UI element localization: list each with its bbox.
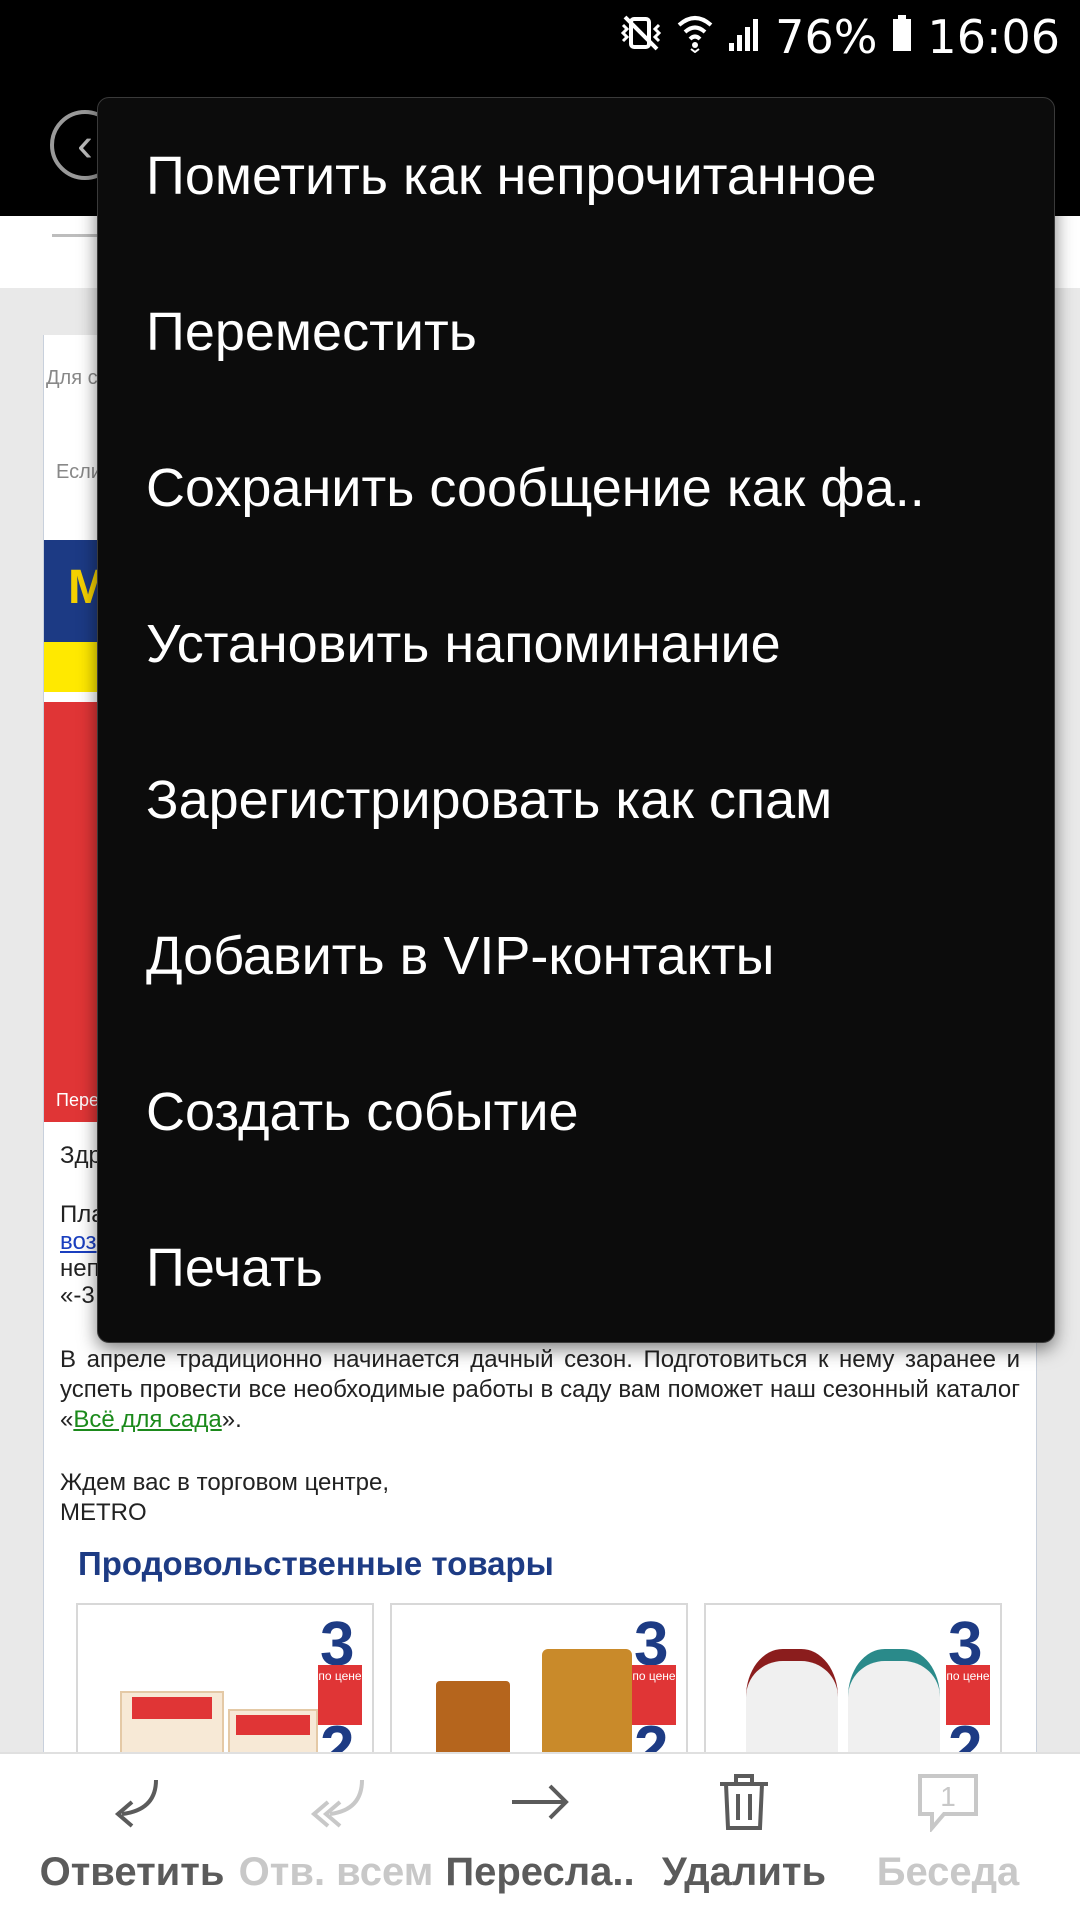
product-card[interactable]: 3 по цене 2	[390, 1603, 688, 1763]
catalog-link[interactable]: Всё для сада	[73, 1406, 221, 1433]
section-title: Продовольственные товары	[78, 1545, 554, 1582]
menu-item-move[interactable]: Переместить	[146, 254, 1026, 410]
conversation-icon: 1	[916, 1754, 980, 1850]
reply-all-button[interactable]: Отв. всем	[228, 1754, 444, 1920]
wifi-icon	[677, 10, 713, 64]
product-card[interactable]: 3 по цене 2	[76, 1603, 374, 1763]
product-image	[746, 1649, 838, 1761]
battery-icon	[891, 10, 913, 64]
conversation-button[interactable]: 1 Беседа	[840, 1754, 1056, 1920]
season-text-end: ».	[221, 1406, 242, 1433]
bottom-toolbar: Ответить Отв. всем Пересла.. Удалить 1 Б…	[0, 1752, 1080, 1920]
email-header-line: Для с	[46, 367, 98, 389]
reply-all-icon	[304, 1754, 368, 1850]
status-bar: 76% 16:06	[0, 0, 1080, 74]
closing-signature: METRO	[60, 1499, 147, 1526]
promo-3for2-badge: 3 по цене 2	[944, 1609, 996, 1761]
menu-item-print[interactable]: Печать	[146, 1190, 1026, 1346]
reply-all-label: Отв. всем	[238, 1850, 434, 1894]
clock: 16:06	[927, 10, 1060, 64]
conversation-count: 1	[940, 1781, 956, 1812]
menu-item-report-spam[interactable]: Зарегистрировать как спам	[146, 722, 1026, 878]
banner-caption: Пере	[56, 1090, 99, 1110]
link-fragment[interactable]: воз	[60, 1228, 97, 1256]
season-paragraph: В апреле традиционно начинается дачный с…	[60, 1345, 1020, 1435]
menu-item-set-reminder[interactable]: Установить напоминание	[146, 566, 1026, 722]
product-image	[848, 1649, 940, 1761]
signal-icon	[727, 10, 761, 64]
chevron-left-icon: ‹	[77, 118, 93, 172]
product-label	[132, 1697, 212, 1719]
forward-icon	[508, 1754, 572, 1850]
trash-icon	[716, 1754, 772, 1850]
promo-3for2-badge: 3 по цене 2	[316, 1609, 368, 1761]
product-image	[542, 1649, 632, 1761]
reply-button[interactable]: Ответить	[24, 1754, 240, 1920]
email-view-screen: 76% 16:06 ‹ Для с Если M Пере Здр Пла во…	[0, 0, 1080, 1920]
reply-label: Ответить	[39, 1850, 225, 1894]
conversation-label: Беседа	[876, 1850, 1020, 1894]
product-card[interactable]: 3 по цене 2	[704, 1603, 1002, 1763]
delete-button[interactable]: Удалить	[636, 1754, 852, 1920]
text-fragment: неп	[60, 1255, 100, 1282]
menu-item-add-vip[interactable]: Добавить в VIP-контакты	[146, 878, 1026, 1034]
promo-3for2-badge: 3 по цене 2	[630, 1609, 682, 1761]
greeting-fragment: Здр	[60, 1142, 102, 1169]
forward-label: Пересла..	[445, 1850, 635, 1894]
menu-item-save-as-file[interactable]: Сохранить сообщение как фа..	[146, 410, 1026, 566]
delete-label: Удалить	[661, 1850, 827, 1894]
email-header-line: Если	[56, 461, 102, 483]
overflow-menu: Пометить как непрочитанное Переместить С…	[97, 97, 1055, 1343]
vibrate-mute-icon	[619, 10, 663, 64]
closing-line: Ждем вас в торговом центре,	[60, 1469, 390, 1496]
menu-item-create-event[interactable]: Создать событие	[146, 1034, 1026, 1190]
reply-icon	[102, 1754, 162, 1850]
status-icons: 76% 16:06	[619, 10, 1060, 64]
menu-item-mark-unread[interactable]: Пометить как непрочитанное	[146, 98, 1026, 254]
battery-percent: 76%	[775, 10, 878, 64]
text-fragment: «-3	[60, 1282, 95, 1309]
product-image	[436, 1681, 510, 1761]
product-label	[236, 1715, 310, 1735]
forward-button[interactable]: Пересла..	[432, 1754, 648, 1920]
